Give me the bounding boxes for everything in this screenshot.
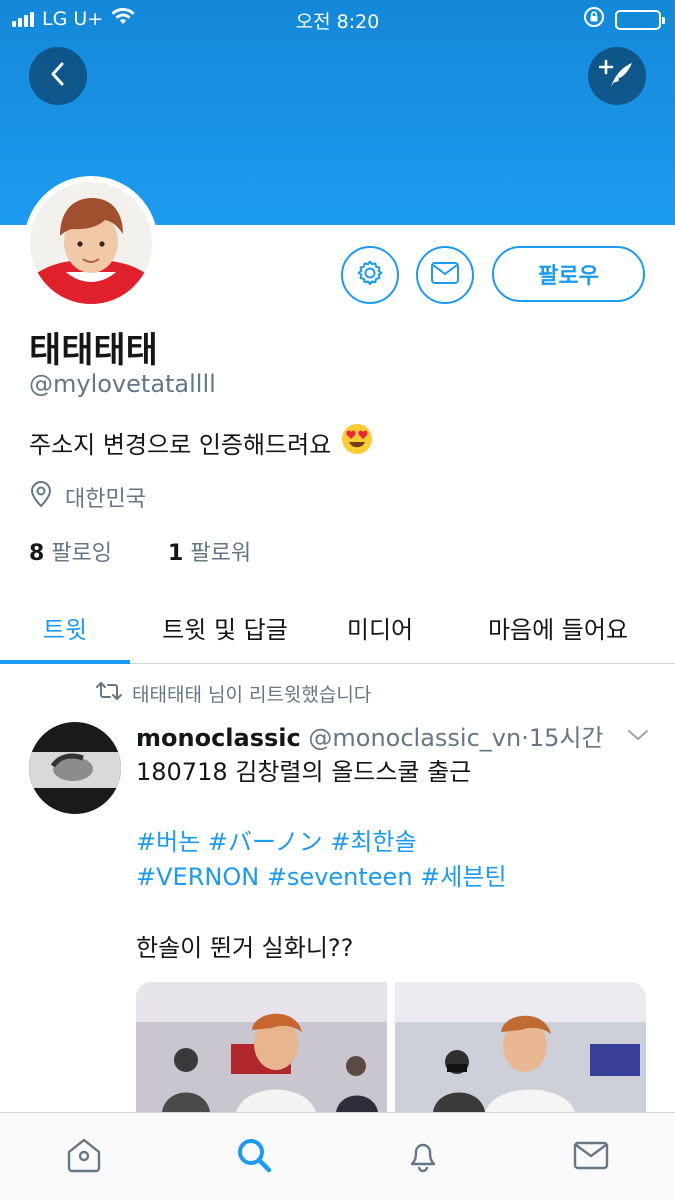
search-icon [234,1135,274,1179]
tweet-meta-separator: · [521,724,529,752]
rotation-lock-icon [583,6,605,33]
location-pin-icon [29,480,53,514]
tweet-timestamp: 15시간 [528,724,604,752]
tweet-author-name[interactable]: monoclassic [136,724,301,752]
nav-home[interactable] [62,1135,106,1179]
home-icon [64,1135,104,1179]
retweet-icon [96,681,122,706]
battery-icon [615,9,665,30]
active-tab-indicator [0,660,130,664]
chevron-down-icon [627,727,649,746]
tweet-text-line: 한솔이 뛴거 실화니?? [136,934,354,962]
tweet-hashtags-line: #VERNON #seventeen #세븐틴 [136,857,507,892]
retweet-notice-text: 태태태태 님이 리트윗했습니다 [132,684,372,706]
tab-tweets-replies[interactable]: 트윗 및 답글 [130,590,320,664]
tweet-author-handle[interactable]: @monoclassic_vn [308,724,521,752]
hashtag-link[interactable]: #버논 [136,828,200,856]
display-name: 태태태태 [29,331,158,371]
chevron-left-icon [47,61,69,91]
compose-tweet-button[interactable] [588,47,646,105]
hashtag-link[interactable]: #VERNON [136,863,259,891]
location-text: 대한민국 [65,487,146,512]
tweet-photo[interactable] [395,982,646,1112]
profile-tabs: 트윗 트윗 및 답글 미디어 마음에 들어요 [0,590,675,664]
nav-search[interactable] [232,1135,276,1179]
bio-text: 주소지 변경으로 인증해드려요 [29,430,332,459]
retweet-notice: 태태태태 님이 리트윗했습니다 [96,680,371,707]
tab-likes[interactable]: 마음에 들어요 [460,590,656,664]
tweet-media[interactable] [136,982,646,1112]
profile-stats: 8 팔로잉 1 팔로워 [29,535,251,567]
settings-button[interactable] [341,246,399,304]
tweet-author-avatar[interactable] [29,722,121,814]
profile-handle: @mylovetatallll [29,370,216,398]
envelope-icon [430,261,460,289]
tab-media[interactable]: 미디어 [320,590,440,664]
hashtag-link[interactable]: #バーノン [208,828,323,856]
hashtag-link[interactable]: #seventeen [267,863,413,891]
avatar [30,182,152,304]
followers-count[interactable]: 1 팔로워 [168,535,251,567]
gear-icon [355,258,385,292]
nav-messages[interactable] [569,1135,613,1179]
envelope-icon [571,1135,611,1179]
profile-avatar[interactable] [24,176,158,310]
follow-button[interactable]: 팔로우 [492,246,645,302]
hashtag-link[interactable]: #세븐틴 [420,863,506,891]
heart-eyes-emoji-icon [341,423,373,461]
compose-tweet-icon [598,58,635,94]
nav-notifications[interactable] [401,1135,445,1179]
bell-icon [403,1135,443,1179]
message-button[interactable] [416,246,474,304]
back-button[interactable] [29,47,87,105]
tweet-hashtags-line: #버논 #バーノン #최한솔 [136,822,417,857]
tweet-text-line: 180718 김창렬의 올드스쿨 출근 [136,758,472,786]
bottom-tab-bar [0,1112,675,1200]
status-bar: LG U+ 오전 8:20 [0,0,675,36]
profile-bio: 주소지 변경으로 인증해드려요 [29,423,373,461]
following-count[interactable]: 8 팔로잉 [29,535,112,567]
tab-tweets[interactable]: 트윗 [0,590,130,664]
tweet-photo[interactable] [136,982,387,1112]
status-time: 오전 8:20 [295,11,380,33]
tweet-header: monoclassic @monoclassic_vn·15시간 [136,718,604,753]
hashtag-link[interactable]: #최한솔 [330,828,416,856]
profile-location: 대한민국 [29,480,146,514]
tweet-more-button[interactable] [627,727,649,746]
